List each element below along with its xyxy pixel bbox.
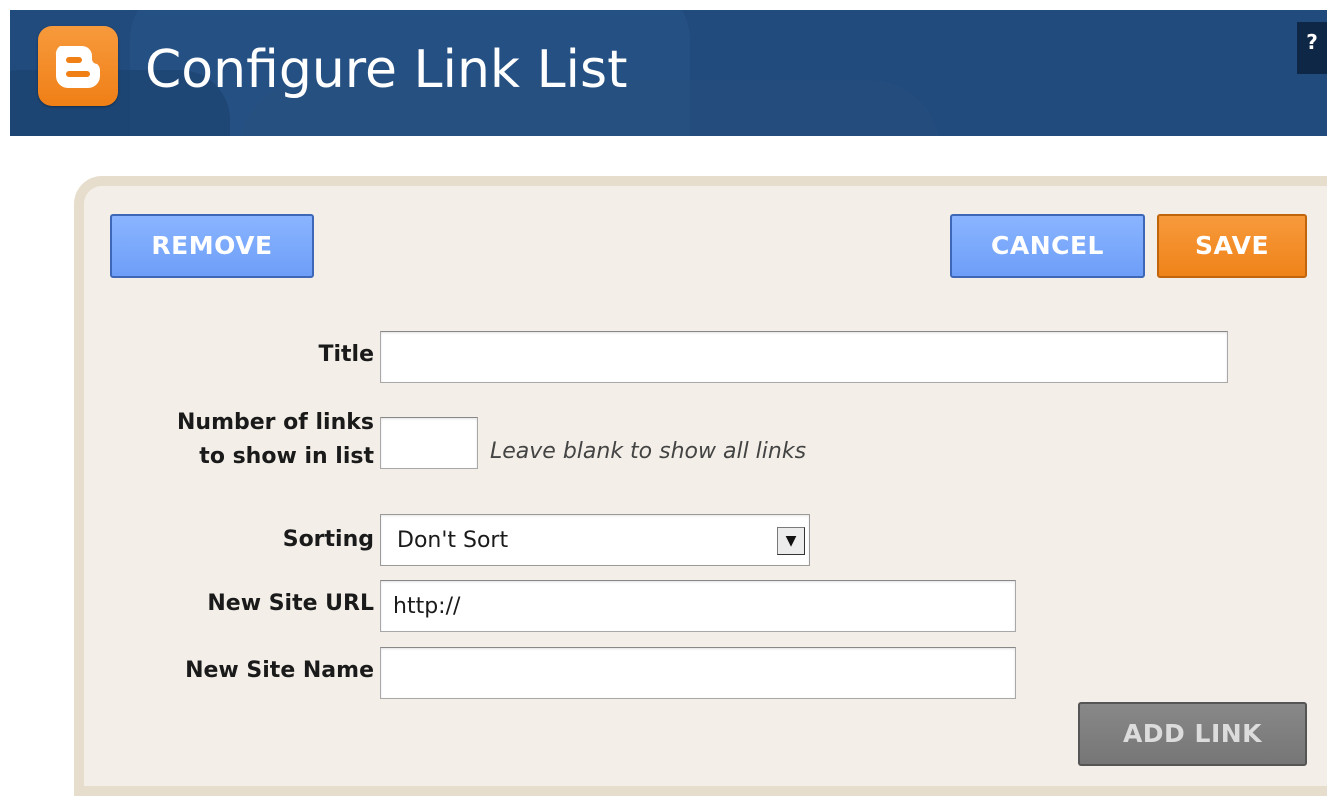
num-links-label: Number of links to show in list — [84, 406, 374, 474]
chevron-down-icon[interactable]: ▼ — [777, 527, 805, 555]
page-header: Configure Link List ? — [10, 10, 1327, 136]
sorting-select[interactable]: Don't Sort ▼ — [380, 514, 810, 566]
config-panel: REMOVE CANCEL SAVE Title Number of links… — [74, 176, 1327, 796]
save-button[interactable]: SAVE — [1157, 214, 1307, 278]
add-link-button[interactable]: ADD LINK — [1078, 702, 1307, 766]
title-label: Title — [318, 342, 374, 367]
remove-button[interactable]: REMOVE — [110, 214, 314, 278]
num-links-input[interactable] — [380, 417, 478, 469]
num-links-label-line2: to show in list — [199, 444, 374, 469]
sorting-selected-value: Don't Sort — [397, 528, 509, 553]
new-url-input[interactable] — [380, 580, 1016, 632]
num-links-label-line1: Number of links — [177, 410, 374, 435]
title-input[interactable] — [380, 331, 1228, 383]
new-name-input[interactable] — [380, 647, 1016, 699]
help-button[interactable]: ? — [1297, 22, 1327, 74]
sorting-label: Sorting — [282, 527, 374, 552]
blogger-logo-icon — [38, 26, 118, 106]
num-links-hint: Leave blank to show all links — [490, 439, 807, 464]
cancel-button[interactable]: CANCEL — [950, 214, 1145, 278]
new-url-label: New Site URL — [207, 591, 374, 616]
page-title: Configure Link List — [145, 40, 628, 100]
new-name-label: New Site Name — [185, 658, 374, 683]
